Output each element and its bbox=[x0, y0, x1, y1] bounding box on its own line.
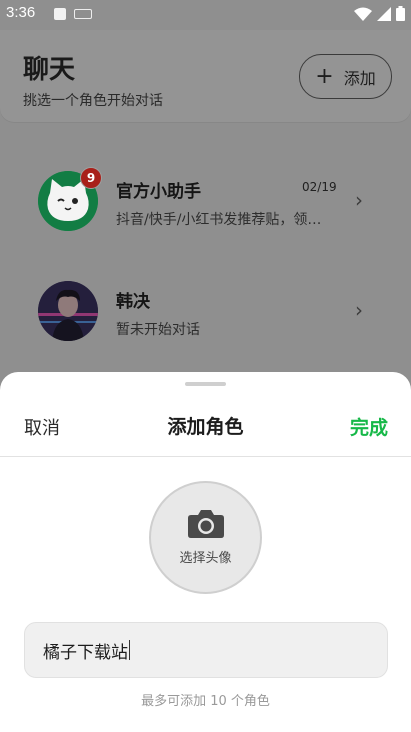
add-button-label: 添加 bbox=[343, 68, 376, 88]
camera-icon bbox=[187, 510, 224, 538]
select-avatar-button[interactable]: 选择头像 bbox=[149, 481, 262, 594]
status-bar: 3:36 bbox=[0, 0, 411, 30]
plus-icon: + bbox=[315, 63, 334, 89]
character-portrait-avatar bbox=[38, 281, 98, 341]
conversation-preview: 暂未开始对话 bbox=[116, 322, 200, 338]
page-title: 聊天 bbox=[23, 55, 76, 85]
chat-header: 聊天 挑选一个角色开始对话 + 添加 bbox=[0, 30, 411, 122]
status-time: 3:36 bbox=[6, 4, 36, 21]
conversation-date: 02/19 bbox=[302, 180, 337, 194]
keyboard-icon bbox=[74, 9, 92, 19]
character-name-input[interactable]: 橘子下载站 bbox=[24, 622, 388, 678]
sheet-divider bbox=[0, 456, 411, 457]
conversation-name: 韩决 bbox=[116, 292, 150, 312]
page-subtitle: 挑选一个角色开始对话 bbox=[23, 93, 163, 109]
character-name-value: 橘子下载站 bbox=[43, 642, 128, 663]
add-character-button[interactable]: + 添加 bbox=[299, 54, 392, 99]
conversation-name: 官方小助手 bbox=[116, 182, 201, 202]
signal-icon bbox=[377, 6, 391, 21]
portrait-icon bbox=[38, 281, 98, 341]
select-avatar-label: 选择头像 bbox=[179, 551, 232, 566]
list-item[interactable]: 韩决 暂未开始对话 › bbox=[0, 260, 411, 360]
text-caret bbox=[129, 640, 130, 660]
conversation-preview: 抖音/快手/小红书发推荐贴，领… bbox=[116, 212, 322, 228]
done-button[interactable]: 完成 bbox=[350, 413, 388, 440]
chevron-right-icon: › bbox=[355, 188, 363, 212]
list-item[interactable]: 9 官方小助手 02/19 抖音/快手/小红书发推荐贴，领… › bbox=[0, 150, 411, 250]
limit-hint: 最多可添加 10 个角色 bbox=[141, 694, 270, 709]
status-indicators bbox=[354, 6, 405, 21]
add-character-sheet: 取消 添加角色 完成 选择头像 橘子下载站 最多可添加 10 个角色 bbox=[0, 372, 411, 732]
notification-app-icon bbox=[54, 8, 66, 20]
sheet-drag-handle[interactable] bbox=[185, 382, 226, 386]
unread-badge: 9 bbox=[80, 167, 102, 189]
battery-icon bbox=[396, 6, 405, 21]
chevron-right-icon: › bbox=[355, 298, 363, 322]
wifi-icon bbox=[354, 7, 372, 21]
